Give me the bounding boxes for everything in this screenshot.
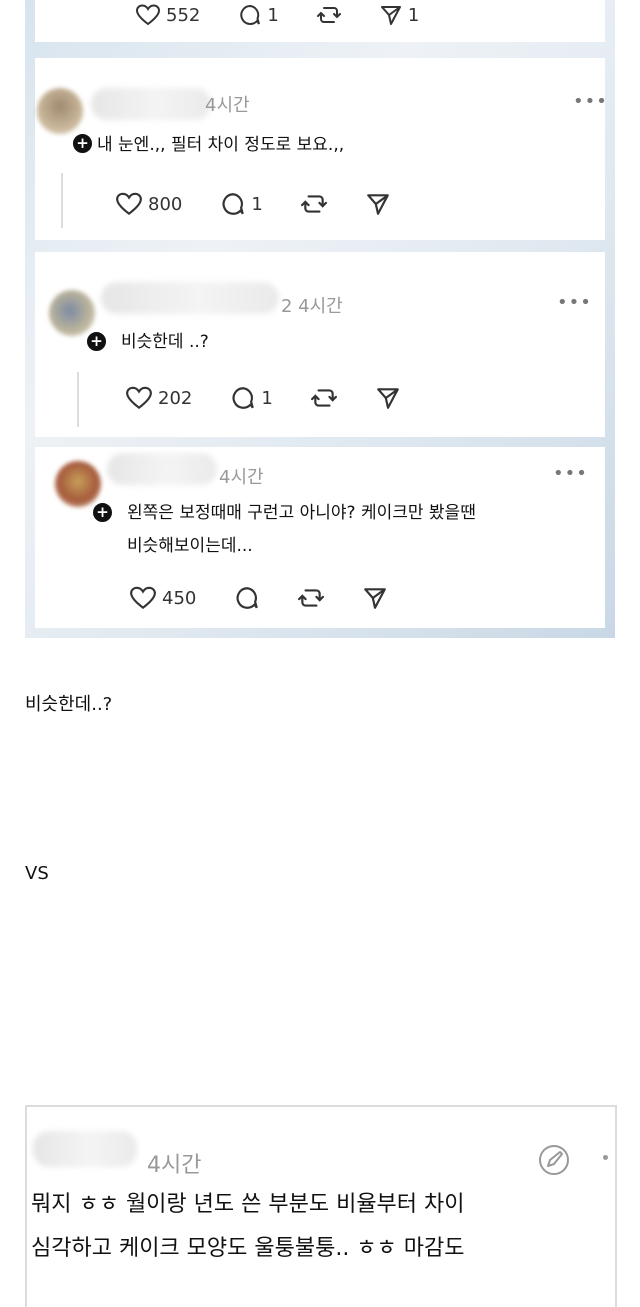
comment-text-line-2: 비슷해보이는데... (127, 536, 253, 556)
share-icon (380, 6, 401, 25)
like-button[interactable]: 800 (115, 191, 182, 217)
reply-count: 1 (251, 193, 263, 215)
comment-card-2: + 4시간 ••• 내 눈엔.,, 필터 차이 정도로 보요.,, 800 1 (35, 58, 608, 240)
share-icon (366, 194, 389, 215)
reply-count: 1 (261, 387, 273, 409)
reply-icon (240, 4, 261, 25)
comment-thread-screenshot: 552 1 1 + 4시간 ••• 내 눈엔.,, 필터 차이 정도로 보요.,… (25, 0, 615, 638)
share-icon (376, 388, 399, 409)
avatar (49, 290, 95, 336)
share-button[interactable] (375, 385, 401, 411)
more-icon[interactable]: ••• (557, 292, 592, 313)
comment-card-3: + 2 4시간 ••• 비슷한데 ..? 202 1 (35, 252, 605, 437)
repost-icon (310, 389, 337, 407)
share-button[interactable] (362, 585, 388, 611)
repost-button[interactable] (300, 191, 327, 217)
heart-icon (130, 586, 156, 610)
body-text-vs: VS (25, 863, 49, 884)
reply-count: 1 (267, 4, 279, 26)
bottom-comment-screenshot: 4시간 뭐지 ㅎㅎ 월이랑 년도 쓴 부분도 비율부터 차이 심각하고 케이크 … (25, 1105, 617, 1307)
action-bar: 552 1 1 (135, 3, 457, 27)
heart-icon (116, 192, 142, 216)
thread-line (61, 173, 63, 228)
timestamp: 4시간 (147, 1153, 202, 1178)
action-bar: 450 (129, 585, 426, 611)
share-count: 1 (407, 4, 420, 26)
like-button[interactable]: 552 (135, 3, 200, 27)
comment-text-line-1: 왼쪽은 보정때매 구런고 아니야? 케이크만 봤을땐 (127, 503, 476, 523)
follow-plus-icon[interactable]: + (85, 330, 108, 353)
repost-button[interactable] (310, 385, 337, 411)
body-text-similar: 비슷한데..? (25, 694, 113, 715)
action-bar: 800 1 (115, 191, 429, 217)
reply-icon (222, 193, 245, 215)
timestamp: 2 4시간 (281, 296, 343, 317)
reply-button[interactable]: 1 (230, 385, 273, 411)
follow-plus-icon[interactable]: + (71, 132, 94, 155)
dot-icon (603, 1155, 608, 1160)
username-blurred (91, 88, 211, 120)
repost-button[interactable] (298, 585, 325, 611)
comment-card-1: 552 1 1 (35, 0, 605, 42)
username-blurred (33, 1131, 137, 1167)
more-icon[interactable]: ••• (573, 91, 608, 112)
comment-text-line-1: 뭐지 ㅎㅎ 월이랑 년도 쓴 부분도 비율부터 차이 (31, 1192, 465, 1217)
like-button[interactable]: 450 (129, 585, 196, 611)
comment-text-line-2: 심각하고 케이크 모양도 울퉁불퉁.. ㅎㅎ 마감도 (31, 1236, 465, 1261)
comment-card-4: + 4시간 ••• 왼쪽은 보정때매 구런고 아니야? 케이크만 봤을땐 비슷해… (35, 447, 605, 628)
reply-button[interactable]: 1 (238, 3, 279, 27)
like-count: 552 (166, 4, 201, 26)
comment-text: 비슷한데 ..? (121, 332, 209, 352)
timestamp: 4시간 (205, 95, 250, 116)
avatar (55, 461, 101, 507)
repost-icon (316, 7, 341, 23)
like-count: 202 (158, 387, 193, 409)
action-bar: 202 1 (125, 385, 439, 411)
heart-icon (135, 4, 161, 26)
timestamp: 4시간 (219, 467, 264, 488)
share-button[interactable] (365, 191, 391, 217)
reply-icon (232, 387, 255, 409)
edit-icon[interactable] (537, 1143, 571, 1181)
share-button[interactable]: 1 (379, 3, 419, 27)
repost-icon (298, 589, 325, 607)
repost-button[interactable] (316, 3, 341, 27)
more-icon[interactable]: ••• (553, 463, 588, 484)
username-blurred (101, 282, 279, 314)
heart-icon (126, 386, 152, 410)
like-count: 800 (148, 193, 183, 215)
follow-plus-icon[interactable]: + (91, 501, 114, 524)
avatar (37, 88, 83, 134)
reply-icon (236, 587, 259, 609)
reply-button[interactable]: 1 (220, 191, 263, 217)
like-count: 450 (162, 587, 197, 609)
comment-text: 내 눈엔.,, 필터 차이 정도로 보요.,, (97, 135, 345, 155)
share-icon (364, 588, 387, 609)
username-blurred (107, 453, 217, 485)
reply-button[interactable] (234, 585, 260, 611)
repost-icon (300, 195, 327, 213)
thread-line (77, 372, 79, 427)
like-button[interactable]: 202 (125, 385, 192, 411)
